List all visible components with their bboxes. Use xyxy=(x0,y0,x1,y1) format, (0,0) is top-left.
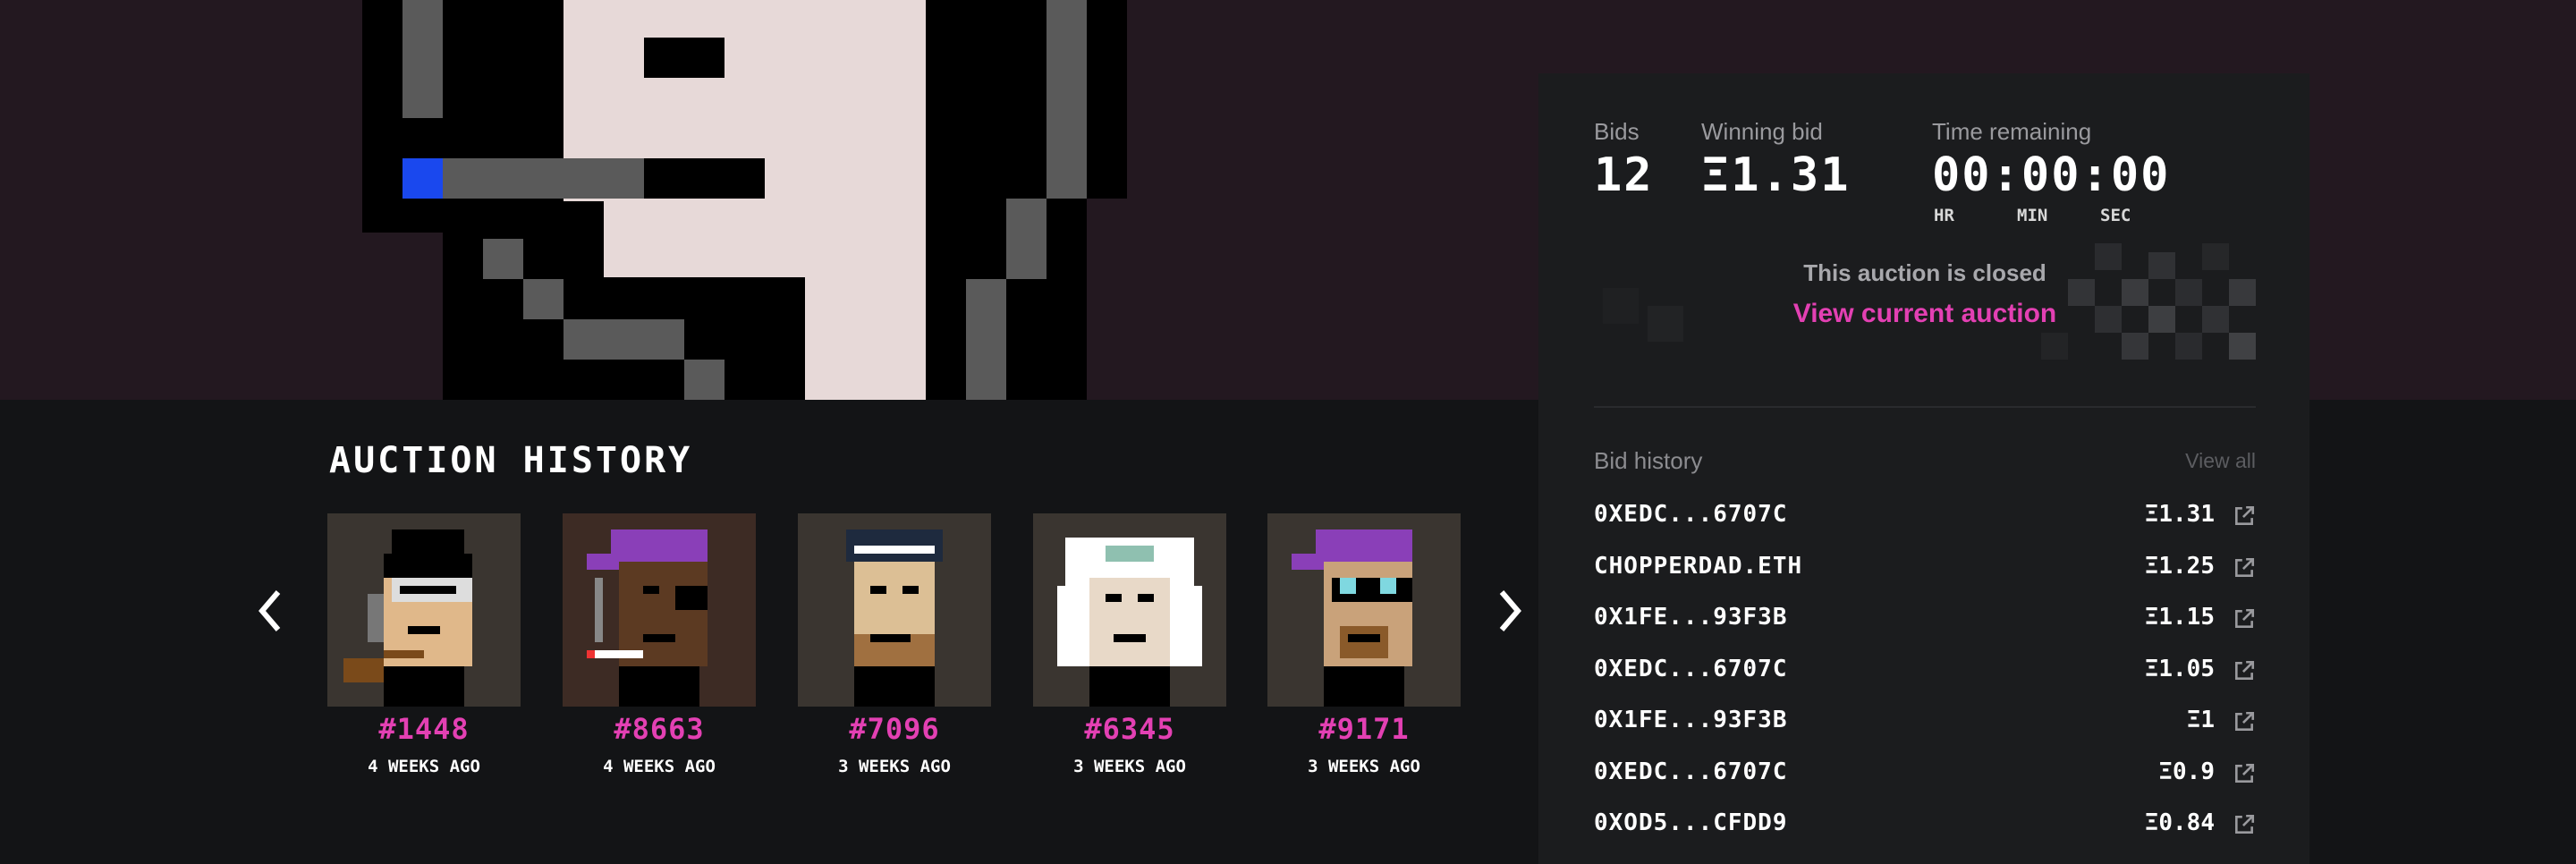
external-link-icon[interactable] xyxy=(2233,762,2256,785)
bid-amount: Ξ1 xyxy=(2186,707,2215,733)
auction-time-ago: 3 WEEKS AGO xyxy=(1073,757,1186,776)
punk-id: #6345 xyxy=(1084,712,1175,746)
bids-label: Bids xyxy=(1594,118,1640,145)
punk-id: #1448 xyxy=(378,712,470,746)
punk-thumbnail xyxy=(563,513,756,707)
punk-id: #7096 xyxy=(849,712,940,746)
history-item[interactable]: #6345 3 WEEKS AGO xyxy=(1032,513,1227,776)
auction-history-title: AUCTION HISTORY xyxy=(329,440,693,481)
bid-amount: Ξ0.9 xyxy=(2158,758,2215,785)
punk-id: #8663 xyxy=(614,712,705,746)
featured-punk-image xyxy=(0,0,1163,400)
auction-closed-area: This auction is closed View current auct… xyxy=(1594,243,2256,368)
punk-thumbnail xyxy=(798,513,991,707)
auction-time-ago: 3 WEEKS AGO xyxy=(838,757,951,776)
bidder-address: 0XEDC...6707C xyxy=(1594,758,1788,785)
bid-row: CHOPPERDAD.ETH Ξ1.25 xyxy=(1594,553,2256,592)
bid-amount: Ξ1.15 xyxy=(2144,604,2215,631)
bidder-address: 0XEDC...6707C xyxy=(1594,501,1788,528)
external-link-icon[interactable] xyxy=(2233,556,2256,580)
chevron-right-icon xyxy=(1499,590,1521,631)
history-item[interactable]: #8663 4 WEEKS AGO xyxy=(562,513,757,776)
time-remaining-label: Time remaining xyxy=(1932,118,2092,145)
punk-thumbnail xyxy=(1267,513,1461,707)
seconds-unit-label: SEC xyxy=(2100,206,2131,225)
external-link-icon[interactable] xyxy=(2233,659,2256,682)
external-link-icon[interactable] xyxy=(2233,607,2256,631)
bid-history-title: Bid history xyxy=(1594,447,1703,474)
auction-closed-text: This auction is closed xyxy=(1803,259,2046,286)
punk-thumbnail xyxy=(1033,513,1226,707)
prev-arrow-button[interactable] xyxy=(252,585,288,637)
minutes-unit-label: MIN xyxy=(2017,206,2048,225)
bid-row: 0XOD5...CFDD9 Ξ0.84 xyxy=(1594,809,2256,849)
bid-row: 0XEDC...6707C Ξ1.31 xyxy=(1594,501,2256,540)
bidder-address: 0XEDC...6707C xyxy=(1594,655,1788,682)
history-item[interactable]: #9171 3 WEEKS AGO xyxy=(1267,513,1462,776)
panel-divider xyxy=(1594,406,2256,408)
bid-amount: Ξ1.31 xyxy=(2144,501,2215,528)
bid-row: 0X1FE...93F3B Ξ1.15 xyxy=(1594,604,2256,643)
auction-panel: Bids 12 Winning bid Ξ1.31 Time remaining… xyxy=(1538,73,2309,864)
bidder-address: 0X1FE...93F3B xyxy=(1594,707,1788,733)
bid-amount: Ξ1.25 xyxy=(2144,552,2215,580)
bid-row: 0XEDC...6707C Ξ0.9 xyxy=(1594,758,2256,798)
bid-row: 0XEDC...6707C Ξ1.05 xyxy=(1594,656,2256,695)
punk-thumbnail xyxy=(327,513,521,707)
bid-amount: Ξ1.05 xyxy=(2144,655,2215,682)
history-item[interactable]: #7096 3 WEEKS AGO xyxy=(797,513,992,776)
punk-id: #9171 xyxy=(1318,712,1410,746)
winning-bid-value: Ξ1.31 xyxy=(1701,148,1851,202)
auction-time-ago: 4 WEEKS AGO xyxy=(603,757,716,776)
bids-count: 12 xyxy=(1594,148,1654,202)
bid-amount: Ξ0.84 xyxy=(2144,809,2215,836)
countdown-timer: 00:00:00 xyxy=(1932,148,2171,202)
view-current-auction-link[interactable]: View current auction xyxy=(1594,299,2256,329)
external-link-icon[interactable] xyxy=(2233,710,2256,733)
chevron-left-icon xyxy=(258,590,281,631)
winning-bid-label: Winning bid xyxy=(1701,118,1823,145)
bidder-address: CHOPPERDAD.ETH xyxy=(1594,552,1803,580)
external-link-icon[interactable] xyxy=(2233,504,2256,528)
auction-time-ago: 4 WEEKS AGO xyxy=(368,757,480,776)
bid-row: 0X1FE...93F3B Ξ1 xyxy=(1594,707,2256,746)
bidder-address: 0XOD5...CFDD9 xyxy=(1594,809,1788,836)
hours-unit-label: HR xyxy=(1934,206,1954,225)
history-item[interactable]: #1448 4 WEEKS AGO xyxy=(326,513,521,776)
auction-time-ago: 3 WEEKS AGO xyxy=(1308,757,1420,776)
external-link-icon[interactable] xyxy=(2233,813,2256,836)
view-all-bids-link[interactable]: View all xyxy=(2185,449,2256,473)
bidder-address: 0X1FE...93F3B xyxy=(1594,604,1788,631)
next-arrow-button[interactable] xyxy=(1492,585,1528,637)
